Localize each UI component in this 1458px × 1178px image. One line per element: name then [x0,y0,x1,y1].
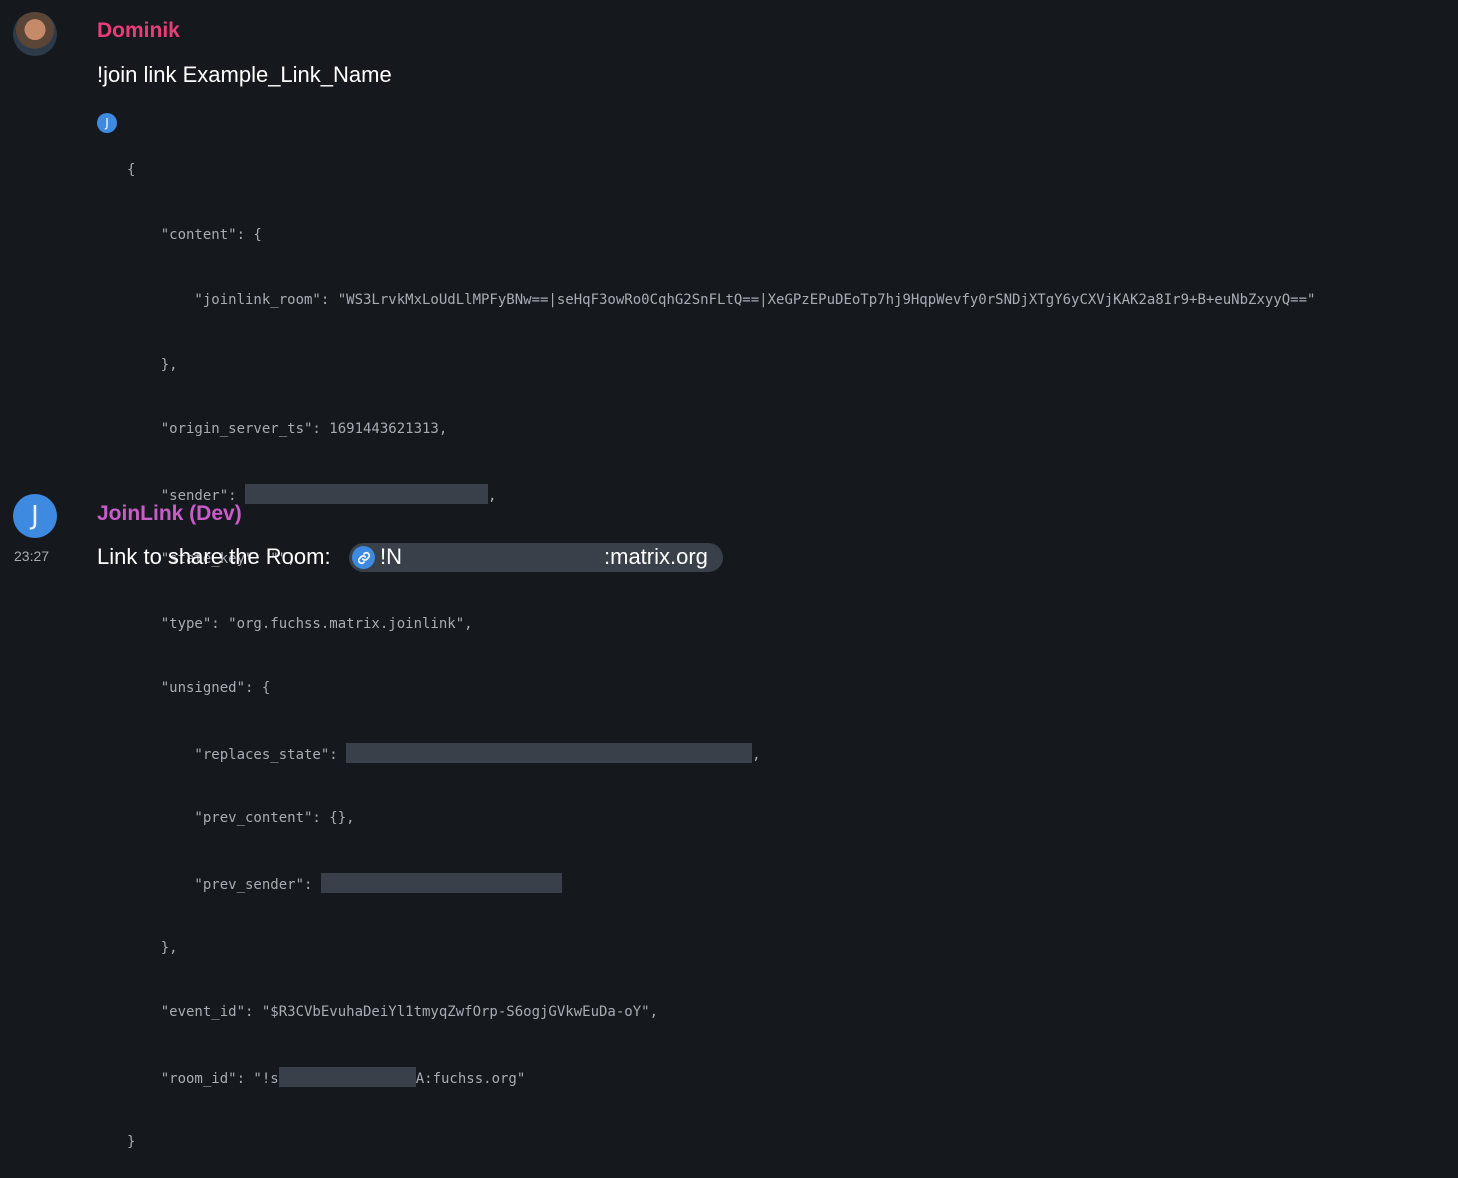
sender-name[interactable]: JoinLink (Dev) [97,502,242,526]
message-timestamp: 23:27 [14,548,50,564]
read-receipt-avatar[interactable]: J [97,113,117,133]
json-line: "event_id": "$R3CVbEvuhaDeiYl1tmyqZwfOrp… [127,1004,659,1021]
joinlink-avatar[interactable]: J [13,494,57,538]
json-line-replaces-state: "replaces_state": , [127,743,1315,765]
json-event-block: { "content": { "joinlink_room": "WS3Lrvk… [127,117,1315,1178]
redacted-block [278,1067,416,1088]
json-line: } [127,1133,136,1150]
message-body: Link to share the Room: [97,544,331,569]
redacted-block [346,743,753,764]
json-line-sender: "sender": , [127,484,1315,506]
redacted-block [245,484,489,505]
pill-prefix: !N [380,544,402,569]
json-line: "type": "org.fuchss.matrix.joinlink", [127,615,473,632]
json-line: }, [127,939,178,956]
json-line: "content": { [127,226,262,243]
json-line: "joinlink_room": "WS3LrvkMxLoUdLlMPFyBNw… [127,291,1316,308]
room-pill-link[interactable]: !N :matrix.org [349,543,723,572]
redacted-block [320,872,562,893]
json-line: { [127,162,136,179]
json-line: "unsigned": { [127,680,271,697]
pill-suffix: :matrix.org [604,544,708,569]
json-line: "prev_content": {}, [127,810,355,826]
json-line: }, [127,356,178,373]
sender-name[interactable]: Dominik [97,19,180,43]
json-line: "origin_server_ts": 1691443621313, [127,421,448,438]
link-icon [352,546,375,569]
message-body: !join link Example_Link_Name [97,62,392,87]
dominik-avatar[interactable] [13,12,57,56]
json-line-prev-sender: "prev_sender": [127,872,1315,895]
json-line-room-id: "room_id": "!s A:fuchss.org" [127,1067,1315,1089]
